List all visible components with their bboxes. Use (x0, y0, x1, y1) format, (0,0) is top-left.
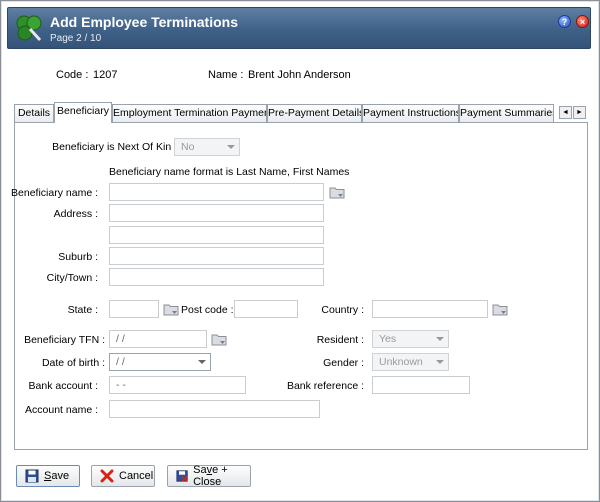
title-bar: Add Employee Terminations Page 2 / 10 ? … (7, 7, 591, 49)
save-close-button[interactable]: Save + Close (167, 464, 251, 488)
red-x-icon (100, 469, 114, 483)
tab-beneficiary[interactable]: Beneficiary (54, 102, 112, 123)
folder-lookup-icon[interactable] (492, 302, 508, 316)
name-format-note: Beneficiary name format is Last Name, Fi… (109, 166, 350, 178)
address-label: Address : (53, 208, 98, 220)
dob-label: Date of birth : (41, 357, 105, 369)
suburb-input[interactable] (109, 247, 324, 265)
close-icon[interactable]: × (576, 15, 589, 28)
add-employee-terminations-window: Add Employee Terminations Page 2 / 10 ? … (0, 0, 600, 502)
clover-app-icon (16, 15, 42, 42)
save-label: ave (51, 470, 70, 482)
tab-payment-summaries[interactable]: Payment Summaries (459, 104, 554, 122)
bank-account-label: Bank account : (28, 380, 98, 392)
suburb-label: Suburb : (58, 251, 98, 263)
dob-picker[interactable]: / / (109, 353, 211, 371)
city-input[interactable] (109, 268, 324, 286)
chevron-down-icon (436, 337, 444, 341)
cancel-label: Cancel (119, 470, 154, 482)
page-indicator: Page 2 / 10 (50, 33, 102, 44)
tab-bar: Details Beneficiary Employment Terminati… (14, 102, 588, 123)
beneficiary-panel: Beneficiary is Next Of Kin : No Benefici… (11, 122, 588, 450)
tab-employment-termination-payments[interactable]: Employment Termination Payments (112, 104, 267, 122)
code-label: Code : (56, 69, 89, 81)
next-of-kin-select[interactable]: No (174, 138, 240, 156)
help-icon[interactable]: ? (558, 15, 571, 28)
floppy-disk-close-icon (176, 470, 188, 482)
dob-value: / / (116, 356, 125, 368)
tfn-input[interactable]: / / (109, 330, 207, 348)
tfn-label: Beneficiary TFN : (24, 334, 105, 346)
window-title: Add Employee Terminations (50, 14, 238, 30)
state-input[interactable] (109, 300, 159, 318)
beneficiary-name-input[interactable] (109, 183, 324, 201)
code-value: 1207 (93, 69, 118, 81)
tab-pre-payment-details[interactable]: Pre-Payment Details (267, 104, 362, 122)
name-label: Name : (208, 69, 244, 81)
next-of-kin-value: No (181, 141, 195, 153)
chevron-down-icon (436, 360, 444, 364)
resident-value: Yes (379, 333, 397, 345)
country-label: Country : (321, 304, 364, 316)
resident-label: Resident : (316, 334, 364, 346)
save-close-label-pre: Sa (193, 464, 207, 476)
next-of-kin-label: Beneficiary is Next Of Kin : (52, 141, 177, 153)
bank-account-input[interactable]: - - (109, 376, 246, 394)
gender-label: Gender : (323, 357, 364, 369)
state-label: State : (67, 304, 98, 316)
bank-reference-input[interactable] (372, 376, 470, 394)
address-line2-input[interactable] (109, 226, 324, 244)
postcode-label: Post code : (181, 304, 234, 316)
gender-select[interactable]: Unknown (372, 353, 449, 371)
chevron-down-icon (227, 145, 235, 149)
bank-reference-label: Bank reference : (286, 380, 364, 392)
folder-lookup-icon[interactable] (211, 332, 227, 346)
country-input[interactable] (372, 300, 488, 318)
account-name-label: Account name : (25, 404, 98, 416)
account-name-input[interactable] (109, 400, 320, 418)
name-value: Brent John Anderson (248, 69, 351, 81)
chevron-down-icon (198, 360, 206, 364)
tab-scroll-right-icon[interactable]: ► (573, 106, 586, 119)
postcode-input[interactable] (234, 300, 298, 318)
folder-lookup-icon[interactable] (163, 302, 179, 316)
floppy-disk-icon (25, 469, 39, 483)
beneficiary-name-label: Beneficiary name : (11, 187, 98, 199)
tab-scroll-left-icon[interactable]: ◄ (559, 106, 572, 119)
save-button[interactable]: Save (16, 465, 80, 487)
tab-payment-instructions[interactable]: Payment Instructions (362, 104, 459, 122)
resident-select[interactable]: Yes (372, 330, 449, 348)
folder-lookup-icon[interactable] (329, 185, 345, 199)
address-line1-input[interactable] (109, 204, 324, 222)
tab-details[interactable]: Details (14, 104, 54, 122)
city-label: City/Town : (46, 272, 98, 284)
gender-value: Unknown (379, 356, 423, 368)
cancel-button[interactable]: Cancel (91, 465, 155, 487)
